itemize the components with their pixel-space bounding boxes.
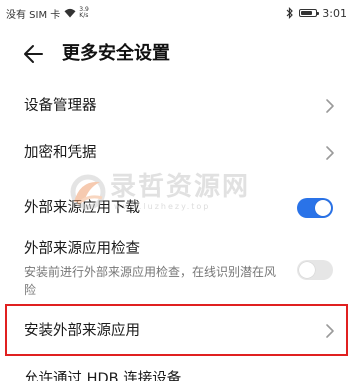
device-manager-row[interactable]: 设备管理器 xyxy=(0,88,355,124)
highlight-box xyxy=(5,304,348,356)
chevron-right-icon xyxy=(326,146,334,160)
status-bar: 没有 SIM 卡 3.9 K/s 3:01 xyxy=(0,0,355,26)
toggle-knob xyxy=(299,262,315,278)
device-manager-label: 设备管理器 xyxy=(24,98,97,114)
clock: 3:01 xyxy=(322,6,347,20)
encryption-label: 加密和凭据 xyxy=(24,145,97,161)
external-check-toggle[interactable] xyxy=(297,260,333,280)
back-arrow-icon[interactable] xyxy=(20,40,48,68)
external-check-description: 安装前进行外部来源应用检查，在线识别潜在风险 xyxy=(24,265,277,297)
external-download-label: 外部来源应用下载 xyxy=(24,200,140,216)
speed-unit: K/s xyxy=(79,12,89,19)
carrier-text: 没有 SIM 卡 xyxy=(6,9,61,21)
external-check-row: 外部来源应用检查 安装前进行外部来源应用检查，在线识别潜在风险 xyxy=(0,238,355,298)
encryption-row[interactable]: 加密和凭据 xyxy=(0,135,355,171)
external-download-toggle[interactable] xyxy=(297,198,333,218)
page-title: 更多安全设置 xyxy=(62,43,170,64)
status-right: 3:01 xyxy=(281,5,347,21)
title-bar: 更多安全设置 xyxy=(0,36,355,72)
screen: 没有 SIM 卡 3.9 K/s 3:01 更多安全设置 设备管理器 加密和凭据… xyxy=(0,0,355,381)
external-download-row: 外部来源应用下载 xyxy=(0,190,355,226)
chevron-right-icon xyxy=(326,99,334,113)
external-check-label: 外部来源应用检查 xyxy=(24,241,140,257)
battery-icon xyxy=(299,9,320,17)
toggle-knob xyxy=(315,200,331,216)
battery-fill xyxy=(301,11,313,15)
hdb-connection-label: 允许通过 HDB 连接设备 xyxy=(24,371,182,381)
bluetooth-icon xyxy=(286,7,294,19)
network-speed: 3.9 K/s xyxy=(79,7,89,19)
status-left: 没有 SIM 卡 3.9 K/s xyxy=(6,5,89,21)
wifi-icon xyxy=(64,8,76,18)
hdb-connection-row[interactable]: 允许通过 HDB 连接设备 xyxy=(0,366,355,381)
